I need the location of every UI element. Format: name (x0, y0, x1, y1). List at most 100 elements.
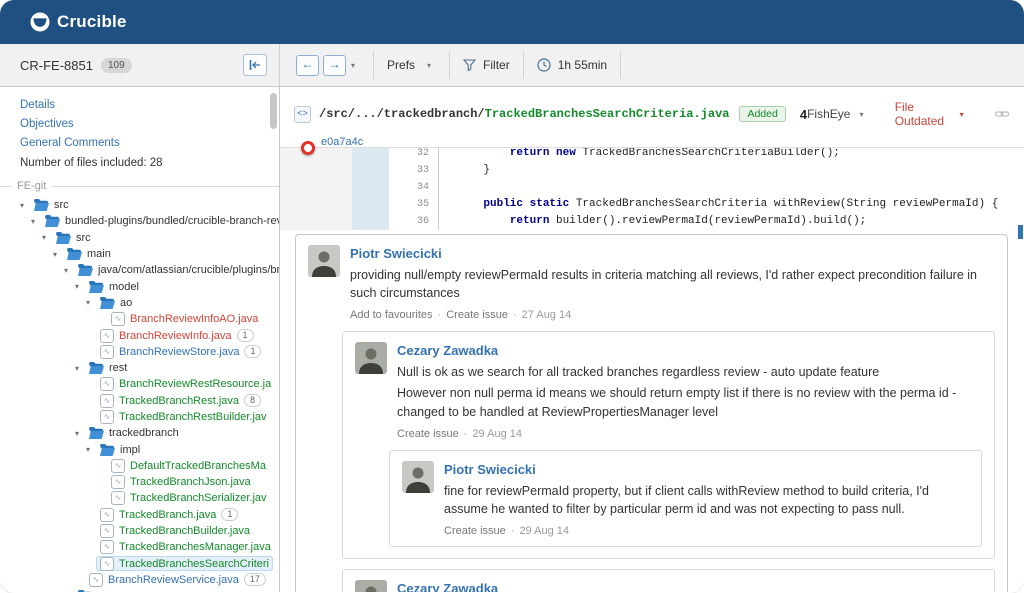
previous-diff-button[interactable]: ← (296, 54, 319, 76)
tree-expander-icon[interactable]: ▾ (64, 266, 74, 275)
code-block-top: 32 return new TrackedBranchesSearchCrite… (280, 147, 1024, 230)
file-icon: ∿ (100, 540, 114, 555)
comment-action-add-to-favourites[interactable]: Add to favourites (350, 309, 433, 321)
file-icon: ∿ (111, 312, 125, 327)
file-icon: ∿ (100, 328, 114, 343)
tree-file-branchreviewinfoao-java[interactable]: ∿ BranchReviewInfoAO.java (0, 311, 279, 327)
link-icon[interactable] (994, 109, 1009, 119)
tree-file-branchreviewservice-java[interactable]: ∿ BranchReviewService.java 17 (0, 572, 279, 588)
tree-expander-icon[interactable]: ▾ (86, 298, 96, 307)
file-outdated-label: File Outdated (894, 100, 945, 128)
gutter-left[interactable] (280, 196, 352, 213)
avatar (355, 579, 387, 592)
tree-folder-java-com-atlassian-crucible-plugins-br[interactable]: ▾ java/com/atlassian/crucible/plugins/br (0, 262, 279, 278)
files-count-label: Number of files included: 28 (20, 157, 163, 169)
tree-file-trackedbranchrestbuilder-jav[interactable]: ∿ TrackedBranchRestBuilder.jav (0, 409, 279, 425)
tree-folder-ao[interactable]: ▾ ao (0, 295, 279, 311)
comment-date: 29 Aug 14 (519, 524, 569, 537)
line-number[interactable]: 34 (389, 179, 439, 196)
tree-folder-rest[interactable]: ▾ rest (0, 360, 279, 376)
comment-author[interactable]: Piotr Swiecicki (444, 462, 536, 477)
tree-folder-main[interactable]: ▾ main (0, 246, 279, 262)
tree-folder-resources[interactable]: ▾resources (0, 588, 279, 592)
comment-author[interactable]: Cezary Zawadka (397, 343, 498, 358)
tree-expander-icon[interactable]: ▾ (75, 364, 85, 373)
prefs-menu[interactable]: Prefs ▾ (387, 58, 436, 72)
tree-file-label: TrackedBranchRest.java (119, 394, 240, 407)
tree-file-branchreviewstore-java[interactable]: ∿ BranchReviewStore.java 1 (0, 344, 279, 360)
tree-expander-icon[interactable]: ▾ (31, 217, 41, 226)
time-spent-indicator[interactable]: 1h 55min (537, 58, 607, 72)
file-icon: ∿ (100, 556, 114, 571)
sidebar-item-details[interactable]: Details (0, 96, 279, 115)
file-path[interactable]: /src/.../trackedbranch/TrackedBranchesSe… (319, 107, 729, 121)
tree-expander-icon[interactable]: ▾ (75, 282, 85, 291)
tree-folder-impl[interactable]: ▾ impl (0, 441, 279, 457)
tree-expander-icon[interactable]: ▾ (75, 429, 85, 438)
tree-folder-label: src (54, 199, 69, 212)
file-comment-count: 4 (799, 106, 808, 122)
filter-menu[interactable]: Filter (463, 58, 510, 72)
gutter-added[interactable] (352, 213, 389, 230)
tree-expander-icon[interactable]: ▾ (42, 233, 52, 242)
tree-folder-bundled-plugins-bundled-crucible-branch-review[interactable]: ▾ bundled-plugins/bundled/crucible-branch… (0, 213, 279, 229)
nav-dropdown-caret[interactable]: ▾ (346, 61, 360, 70)
folder-icon (89, 280, 104, 293)
comment-action-create-issue[interactable]: Create issue (397, 428, 459, 440)
gutter-added[interactable] (352, 162, 389, 179)
tree-file-trackedbranch-java[interactable]: ∿ TrackedBranch.java 1 (0, 507, 279, 523)
gutter-added[interactable] (352, 196, 389, 213)
tree-file-trackedbranchessearchcriteri[interactable]: ∿ TrackedBranchesSearchCriteri (0, 556, 279, 572)
tree-expander-icon[interactable]: ▾ (86, 445, 96, 454)
tree-file-trackedbranchjson-java[interactable]: ∿ TrackedBranchJson.java (0, 474, 279, 490)
folder-icon (89, 427, 104, 440)
line-number[interactable]: 36 (389, 213, 439, 230)
sidebar-scrollbar[interactable] (270, 93, 277, 129)
commit-marker-icon[interactable] (301, 141, 315, 155)
comment-date: 29 Aug 14 (472, 427, 522, 440)
gutter-added[interactable] (352, 179, 389, 196)
comment-action-create-issue[interactable]: Create issue (444, 525, 506, 537)
tree-file-trackedbranchesmanager-java[interactable]: ∿ TrackedBranchesManager.java (0, 539, 279, 555)
tree-folder-label: trackedbranch (109, 427, 179, 440)
sidebar-item-general-comments[interactable]: General Comments (0, 134, 279, 153)
comment-scroll-marker[interactable] (1018, 225, 1023, 239)
tree-folder-model[interactable]: ▾ model (0, 278, 279, 294)
comment-action-create-issue[interactable]: Create issue (446, 309, 508, 321)
code-line-row: 35 public static TrackedBranchesSearchCr… (280, 196, 1024, 213)
tree-folder-src[interactable]: ▾ src (0, 197, 279, 213)
gutter-left[interactable] (280, 213, 352, 230)
tree-file-branchreviewinfo-java[interactable]: ∿ BranchReviewInfo.java 1 (0, 327, 279, 343)
tree-file-label: TrackedBranchesSearchCriteri (119, 557, 269, 570)
file-icon: ∿ (100, 344, 114, 359)
tree-expander-icon[interactable]: ▾ (53, 250, 63, 259)
tree-file-trackedbranchserializer-jav[interactable]: ∿ TrackedBranchSerializer.jav (0, 490, 279, 506)
gutter-left[interactable] (280, 179, 352, 196)
collapse-sidebar-button[interactable] (243, 54, 267, 76)
tree-folder-src[interactable]: ▾ src (0, 230, 279, 246)
comment-thread: Piotr Swiecicki providing null/empty revi… (295, 234, 1008, 592)
comment-author[interactable]: Piotr Swiecicki (350, 246, 442, 261)
comment-piotr-swiecicki: Piotr Swiecicki providing null/empty revi… (308, 245, 995, 321)
tree-file-branchreviewrestresource-ja[interactable]: ∿ BranchReviewRestResource.ja (0, 376, 279, 392)
fisheye-menu[interactable]: FishEye ▾ (807, 107, 868, 121)
sidebar-links: Details Objectives General Comments (0, 96, 279, 153)
tree-folder-label: resources (98, 590, 146, 592)
gutter-left[interactable] (280, 162, 352, 179)
tree-folder-trackedbranch[interactable]: ▾ trackedbranch (0, 425, 279, 441)
file-name[interactable]: TrackedBranchesSearchCriteria.java (485, 107, 730, 121)
tree-expander-icon[interactable]: ▾ (20, 201, 30, 210)
sub-toolbar: CR-FE-8851 109 ← → ▾ Prefs ▾ Filter 1h 5… (0, 44, 1024, 87)
tree-file-defaulttrackedbranchesma[interactable]: ∿ DefaultTrackedBranchesMa (0, 458, 279, 474)
sidebar-item-objectives[interactable]: Objectives (0, 115, 279, 134)
file-outdated-menu[interactable]: File Outdated ▾ (895, 100, 969, 128)
review-id[interactable]: CR-FE-8851 (20, 58, 93, 73)
repo-divider: FE-git (0, 180, 279, 192)
comment-author[interactable]: Cezary Zawadka (397, 581, 498, 592)
line-number[interactable]: 33 (389, 162, 439, 179)
tree-file-trackedbranchrest-java[interactable]: ∿ TrackedBranchRest.java 8 (0, 393, 279, 409)
next-diff-button[interactable]: → (323, 54, 346, 76)
tree-file-trackedbranchbuilder-java[interactable]: ∿ TrackedBranchBuilder.java (0, 523, 279, 539)
commit-revision-link[interactable]: e0a7a4c (321, 136, 363, 148)
line-number[interactable]: 35 (389, 196, 439, 213)
